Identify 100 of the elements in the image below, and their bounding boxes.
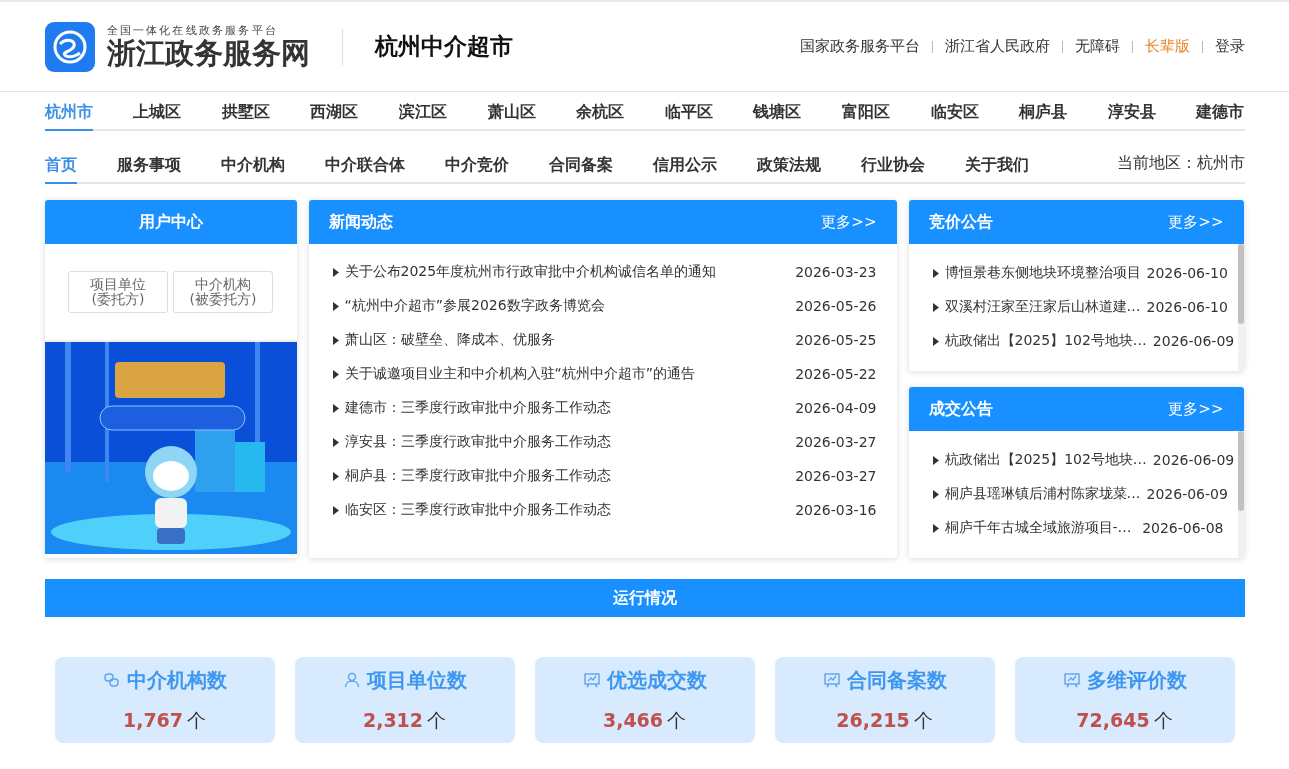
stat-unit: 个 <box>1153 707 1173 733</box>
district-tab[interactable]: 临平区 <box>664 92 713 131</box>
chart-icon <box>1062 671 1081 689</box>
district-tab[interactable]: 滨江区 <box>398 92 447 131</box>
news-link[interactable]: 关于公布2025年度杭州市行政审批中介机构诚信名单的通知 <box>344 263 790 281</box>
stat-value: 1,767 <box>122 708 184 731</box>
news-link[interactable]: 建德市：三季度行政审批中介服务工作动态 <box>344 399 790 417</box>
card-title: 竞价公告 <box>928 211 993 233</box>
card-title: 新闻动态 <box>328 211 393 233</box>
nav-tab[interactable]: 中介竞价 <box>444 145 509 184</box>
triangle-icon <box>932 268 939 278</box>
triangle-icon <box>332 403 339 413</box>
news-link[interactable]: 关于诚邀项目业主和中介机构入驻“杭州中介超市”的通告 <box>344 365 790 383</box>
district-tab[interactable]: 钱塘区 <box>753 92 802 131</box>
date-text: 2026-03-27 <box>795 434 877 450</box>
card-title: 用户中心 <box>138 211 203 233</box>
header-link[interactable]: 浙江省人民政府 <box>944 37 1050 56</box>
date-text: 2026-06-09 <box>1146 486 1228 502</box>
date-text: 2026-06-10 <box>1146 299 1228 315</box>
logo-title: 浙江政务服务网 <box>106 38 310 70</box>
nav-tab[interactable]: 政策法规 <box>756 145 821 184</box>
stat-value: 2,312 <box>362 708 424 731</box>
chart-icon <box>582 671 601 689</box>
login-button[interactable]: 项目单位 (委托方) <box>68 271 168 313</box>
login-button[interactable]: 中介机构 (被委托方) <box>173 271 273 313</box>
stat-label: 优选成交数 <box>606 666 707 694</box>
triangle-icon <box>332 437 339 447</box>
nav-tab[interactable]: 信用公示 <box>652 145 717 184</box>
triangle-icon <box>932 523 939 533</box>
district-tab[interactable]: 西湖区 <box>310 92 359 131</box>
date-text: 2026-03-23 <box>795 264 877 280</box>
nav-tab[interactable]: 关于我们 <box>964 145 1029 184</box>
news-link[interactable]: 桐庐县瑶琳镇后浦村陈家垅菜… <box>944 485 1141 503</box>
site-title: 杭州中介超市 <box>374 32 513 61</box>
triangle-icon <box>332 505 339 515</box>
district-tab[interactable]: 淳安县 <box>1107 92 1156 131</box>
scrollbar[interactable] <box>1237 244 1244 371</box>
triangle-icon <box>332 471 339 481</box>
news-link[interactable]: 博恒景巷东侧地块环境整治项目 <box>944 264 1141 282</box>
date-text: 2026-04-09 <box>795 400 877 416</box>
district-tab[interactable]: 上城区 <box>133 92 182 131</box>
stat-label: 多维评价数 <box>1086 666 1187 694</box>
nav-tab[interactable]: 服务事项 <box>116 145 181 184</box>
date-text: 2026-03-27 <box>795 468 877 484</box>
logo-icon <box>44 21 95 72</box>
triangle-icon <box>932 455 939 465</box>
news-link[interactable]: 双溪村汪家至汪家后山林道建… <box>944 298 1141 316</box>
header-link[interactable]: 无障碍 <box>1074 37 1120 56</box>
stat-unit: 个 <box>913 707 933 733</box>
nav-tab[interactable]: 合同备案 <box>548 145 613 184</box>
stat-unit: 个 <box>427 707 447 733</box>
news-link[interactable]: 杭政储出【2025】102号地块… <box>944 451 1147 469</box>
date-text: 2026-05-26 <box>795 298 877 314</box>
news-link[interactable]: 萧山区：破壁垒、降成本、优服务 <box>344 331 790 349</box>
logo-subtitle: 全国一体化在线政务服务平台 <box>106 23 280 38</box>
nav-tab[interactable]: 中介机构 <box>220 145 285 184</box>
date-text: 2026-03-16 <box>795 502 877 518</box>
triangle-icon <box>332 369 339 379</box>
news-link[interactable]: “杭州中介超市”参展2026数字政务博览会 <box>344 297 790 315</box>
nav-tab[interactable]: 中介联合体 <box>324 145 405 184</box>
nav-tab[interactable]: 行业协会 <box>860 145 925 184</box>
stat-value: 3,466 <box>602 708 664 731</box>
news-link[interactable]: 淳安县：三季度行政审批中介服务工作动态 <box>344 433 790 451</box>
section-title: 运行情况 <box>612 587 677 609</box>
triangle-icon <box>932 336 939 346</box>
district-tab[interactable]: 余杭区 <box>576 92 625 131</box>
header-link[interactable]: 登录 <box>1214 37 1245 56</box>
scrollbar[interactable] <box>1237 431 1244 558</box>
news-link[interactable]: 临安区：三季度行政审批中介服务工作动态 <box>344 501 790 519</box>
link-icon <box>102 671 121 689</box>
date-text: 2026-05-25 <box>795 332 877 348</box>
news-link[interactable]: 杭政储出【2025】102号地块… <box>944 332 1147 350</box>
district-tab[interactable]: 桐庐县 <box>1019 92 1068 131</box>
header-link[interactable]: 国家政务服务平台 <box>799 37 920 56</box>
triangle-icon <box>932 302 939 312</box>
current-region: 当前地区：杭州市 <box>1116 153 1245 174</box>
district-tab[interactable]: 富阳区 <box>842 92 890 131</box>
date-text: 2026-06-10 <box>1146 265 1228 281</box>
triangle-icon <box>332 335 339 345</box>
date-text: 2026-05-22 <box>795 366 877 382</box>
stat-label: 中介机构数 <box>126 666 227 694</box>
stat-label: 项目单位数 <box>366 666 467 694</box>
chart-icon <box>822 671 841 689</box>
district-tab[interactable]: 拱墅区 <box>221 92 270 131</box>
news-link[interactable]: 桐庐千年古城全域旅游项目-… <box>944 519 1137 537</box>
district-tab[interactable]: 建德市 <box>1196 92 1245 131</box>
district-tab[interactable]: 萧山区 <box>487 92 536 131</box>
triangle-icon <box>332 301 339 311</box>
stat-value: 26,215 <box>836 708 910 731</box>
stat-unit: 个 <box>187 707 207 733</box>
district-tab[interactable]: 临安区 <box>930 92 979 131</box>
news-link[interactable]: 桐庐县：三季度行政审批中介服务工作动态 <box>344 467 790 485</box>
stat-label: 合同备案数 <box>846 666 947 694</box>
date-text: 2026-06-08 <box>1142 520 1224 536</box>
card-title: 成交公告 <box>928 398 993 420</box>
triangle-icon <box>932 489 939 499</box>
date-text: 2026-06-09 <box>1152 333 1235 349</box>
stat-value: 72,645 <box>1076 708 1150 731</box>
date-text: 2026-06-09 <box>1152 452 1235 468</box>
triangle-icon <box>332 267 339 277</box>
